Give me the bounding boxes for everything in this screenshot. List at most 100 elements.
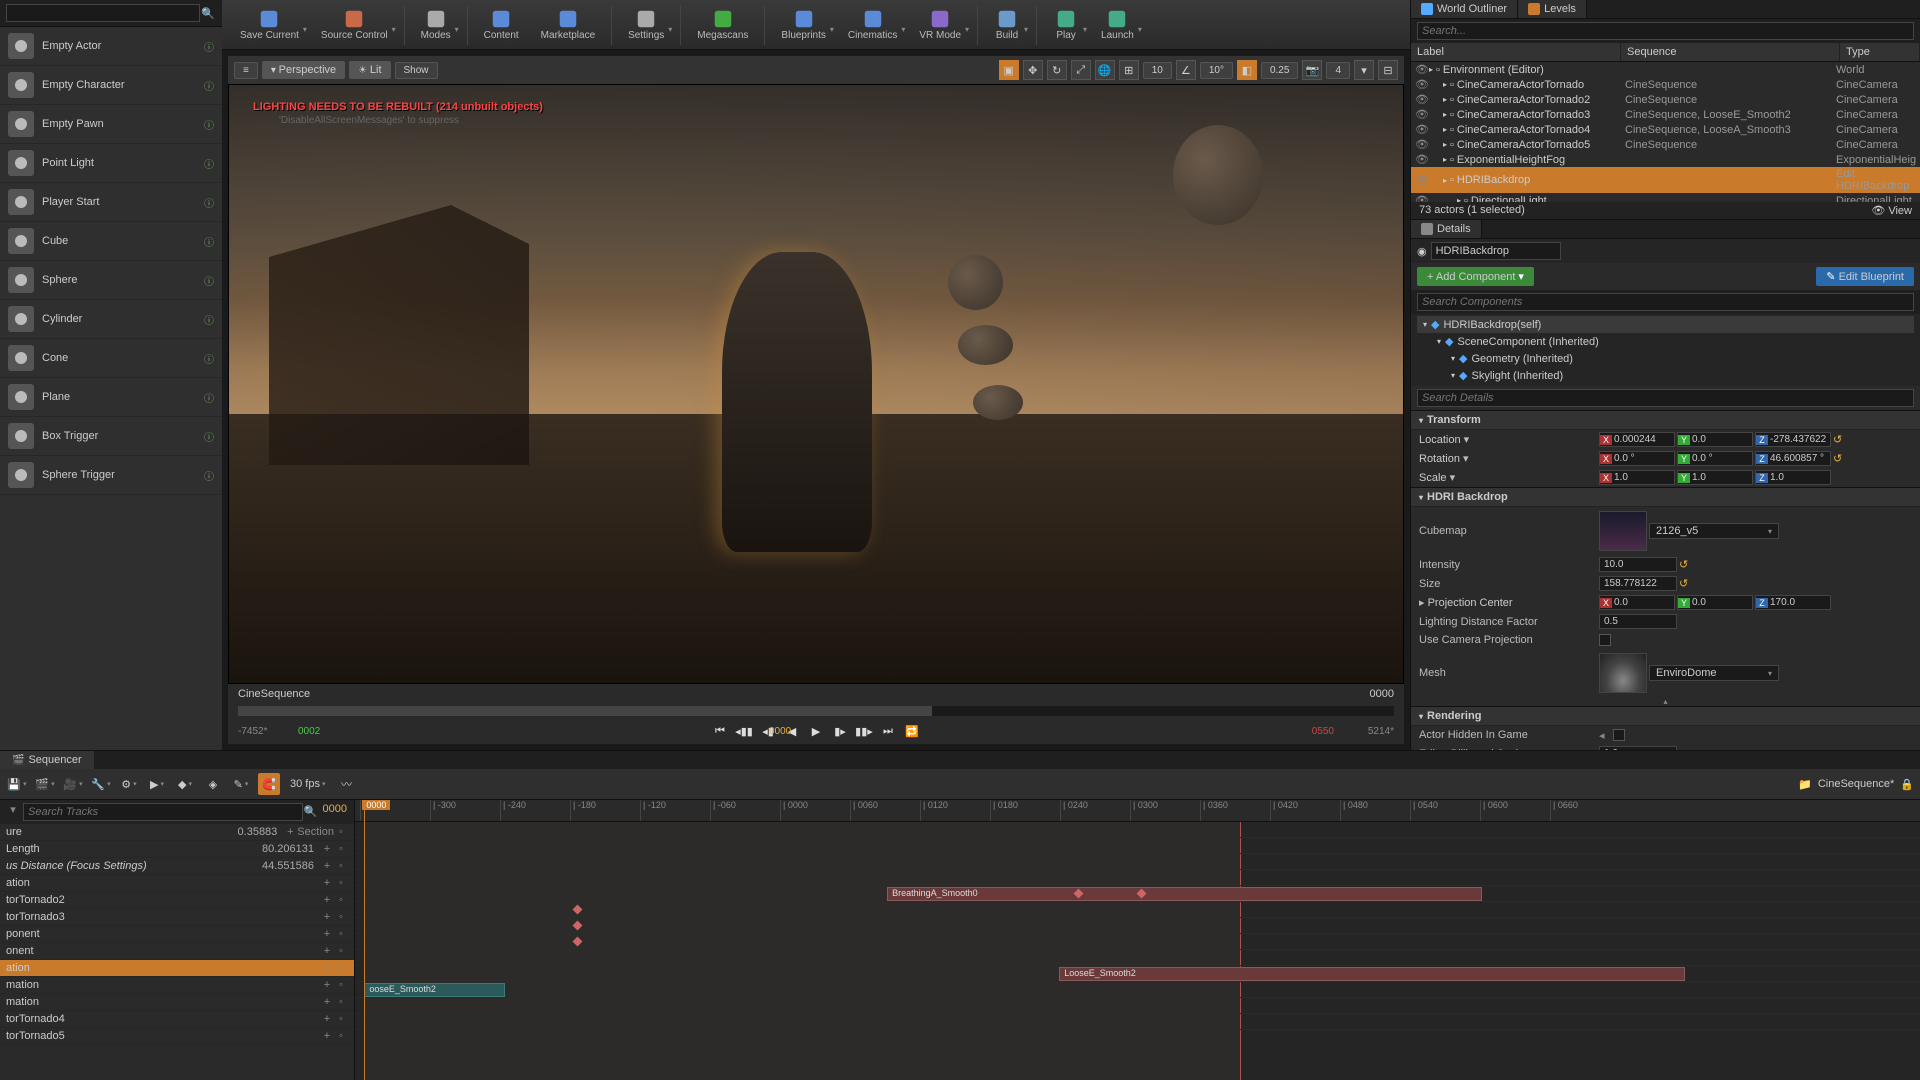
- timeline-track[interactable]: [355, 854, 1920, 870]
- visibility-icon[interactable]: 👁: [1415, 194, 1429, 202]
- loc-vec-z-field[interactable]: [1768, 433, 1830, 446]
- tab-sequencer[interactable]: 🎬 Sequencer: [0, 751, 94, 769]
- curve-editor-icon[interactable]: 〰: [335, 773, 357, 795]
- timeline-track[interactable]: [355, 902, 1920, 918]
- actions-icon[interactable]: ⚙▾: [118, 773, 140, 795]
- use-cam-proj-checkbox[interactable]: [1599, 634, 1611, 646]
- expand-icon[interactable]: ▾: [1451, 354, 1455, 363]
- timeline-clip[interactable]: ooseE_Smooth2: [364, 983, 505, 997]
- add-key-icon[interactable]: +: [320, 962, 334, 974]
- mesh-thumbnail[interactable]: [1599, 653, 1647, 693]
- scale-vec-y-field[interactable]: [1690, 471, 1752, 484]
- timeline-clip[interactable]: LooseE_Smooth2: [1059, 967, 1685, 981]
- place-actor-point-light[interactable]: Point Lightⓘ: [0, 144, 222, 183]
- expand-icon[interactable]: ▸: [1443, 125, 1447, 134]
- info-icon[interactable]: ⓘ: [204, 156, 214, 171]
- step-fwd-key-icon[interactable]: ▮▮▸: [855, 722, 873, 740]
- intensity-field[interactable]: [1599, 557, 1677, 572]
- mesh-dropdown[interactable]: EnviroDome▾: [1649, 665, 1779, 681]
- add-key-icon[interactable]: +: [283, 826, 297, 838]
- visibility-icon[interactable]: 👁: [1415, 153, 1429, 166]
- info-icon[interactable]: ⓘ: [204, 273, 214, 288]
- search-tracks[interactable]: [23, 803, 303, 821]
- timeline-track[interactable]: [355, 822, 1920, 838]
- cubemap-thumbnail[interactable]: [1599, 511, 1647, 551]
- auto-key-icon[interactable]: ◈: [202, 773, 224, 795]
- section-hdri[interactable]: ▾HDRI Backdrop: [1411, 487, 1920, 507]
- expand-icon[interactable]: ▾: [1451, 371, 1455, 380]
- content-button[interactable]: Content: [474, 2, 529, 48]
- keyframe[interactable]: [573, 905, 583, 915]
- market-button[interactable]: Marketplace: [531, 2, 605, 48]
- track-row[interactable]: torTornado5+◦: [0, 1028, 354, 1045]
- info-icon[interactable]: ⓘ: [204, 78, 214, 93]
- track-row[interactable]: ponent+◦: [0, 926, 354, 943]
- actor-name-field[interactable]: [1431, 242, 1561, 260]
- lock-icon[interactable]: 🔒: [1900, 778, 1914, 791]
- rot-vec-z-field[interactable]: [1768, 452, 1830, 465]
- tab-levels[interactable]: Levels: [1518, 0, 1587, 18]
- size-field[interactable]: [1599, 576, 1677, 591]
- find-in-cb-icon[interactable]: 🎬▾: [34, 773, 56, 795]
- light-dist-field[interactable]: [1599, 614, 1677, 629]
- cinematics-button[interactable]: Cinematics▾: [838, 2, 907, 48]
- outliner-row[interactable]: 👁▸▫HDRIBackdropEdit HDRIBackdrop: [1411, 167, 1920, 193]
- viewport-layout-icon[interactable]: ⊟: [1378, 60, 1398, 80]
- place-actor-cylinder[interactable]: Cylinderⓘ: [0, 300, 222, 339]
- rot-vec-x-field[interactable]: [1612, 452, 1674, 465]
- reset-icon[interactable]: ↺: [1833, 452, 1842, 465]
- add-key-icon[interactable]: +: [320, 911, 334, 923]
- proj-vec-x-field[interactable]: [1612, 596, 1674, 609]
- outliner-col-sequence[interactable]: Sequence: [1621, 43, 1840, 61]
- section-transform[interactable]: ▾Transform: [1411, 410, 1920, 430]
- outliner-col-label[interactable]: Label: [1411, 43, 1621, 61]
- track-options-icon[interactable]: ◦: [334, 843, 348, 855]
- place-actor-box-trigger[interactable]: Box Triggerⓘ: [0, 417, 222, 456]
- track-options-icon[interactable]: ◦: [334, 911, 348, 923]
- timeline-track[interactable]: [355, 998, 1920, 1014]
- track-row[interactable]: us Distance (Focus Settings)44.551586+◦: [0, 858, 354, 875]
- sequence-crumb[interactable]: CineSequence*: [1818, 778, 1894, 790]
- build-button[interactable]: Build▾: [984, 2, 1030, 48]
- timeline-clip[interactable]: BreathingA_Smooth0: [887, 887, 1482, 901]
- add-key-icon[interactable]: +: [320, 860, 334, 872]
- visibility-icon[interactable]: 👁: [1415, 108, 1429, 121]
- outliner-col-type[interactable]: Type: [1840, 43, 1920, 61]
- place-actor-empty-pawn[interactable]: Empty Pawnⓘ: [0, 105, 222, 144]
- select-mode-icon[interactable]: ▣: [999, 60, 1019, 80]
- add-key-icon[interactable]: +: [320, 979, 334, 991]
- key-icon[interactable]: ◆▾: [174, 773, 196, 795]
- options-icon[interactable]: 🔧▾: [90, 773, 112, 795]
- outliner-row[interactable]: 👁▸▫CineCameraActorTornadoCineSequenceCin…: [1411, 77, 1920, 92]
- place-actor-cube[interactable]: Cubeⓘ: [0, 222, 222, 261]
- add-key-icon[interactable]: +: [320, 894, 334, 906]
- step-fwd-icon[interactable]: ▮▸: [831, 722, 849, 740]
- modes-button[interactable]: Modes▾: [411, 2, 461, 48]
- outliner-row[interactable]: 👁▸▫CineCameraActorTornado3CineSequence, …: [1411, 107, 1920, 122]
- timeline-track[interactable]: [355, 838, 1920, 854]
- info-icon[interactable]: ⓘ: [204, 468, 214, 483]
- place-actor-sphere-trigger[interactable]: Sphere Triggerⓘ: [0, 456, 222, 495]
- track-row[interactable]: ation+◦: [0, 875, 354, 892]
- timeline-track[interactable]: [355, 918, 1920, 934]
- tab-world-outliner[interactable]: World Outliner: [1411, 0, 1518, 18]
- add-component-button[interactable]: + Add Component ▾: [1417, 267, 1534, 286]
- place-actor-empty-actor[interactable]: Empty Actorⓘ: [0, 27, 222, 66]
- to-end-icon[interactable]: ⏭: [879, 722, 897, 740]
- camera-speed-value[interactable]: 4: [1326, 62, 1350, 79]
- component-row[interactable]: ▾◆HDRIBackdrop(self): [1417, 316, 1914, 333]
- track-options-icon[interactable]: ◦: [334, 996, 348, 1008]
- snapping-icon[interactable]: 🧲: [258, 773, 280, 795]
- add-key-icon[interactable]: +: [320, 945, 334, 957]
- outliner-row[interactable]: 👁▸▫CineCameraActorTornado2CineSequenceCi…: [1411, 92, 1920, 107]
- component-row[interactable]: ▾◆Geometry (Inherited): [1417, 350, 1914, 367]
- expand-icon[interactable]: ▸: [1443, 95, 1447, 104]
- loop-icon[interactable]: 🔁: [903, 722, 921, 740]
- grid-snap-value[interactable]: 10: [1143, 62, 1172, 79]
- proj-vec-y-field[interactable]: [1690, 596, 1752, 609]
- visibility-icon[interactable]: 👁: [1415, 174, 1429, 187]
- place-actor-cone[interactable]: Coneⓘ: [0, 339, 222, 378]
- outliner-row[interactable]: 👁▸▫ExponentialHeightFogExponentialHeight…: [1411, 152, 1920, 167]
- place-actor-player-start[interactable]: Player Startⓘ: [0, 183, 222, 222]
- track-row[interactable]: torTornado4+◦: [0, 1011, 354, 1028]
